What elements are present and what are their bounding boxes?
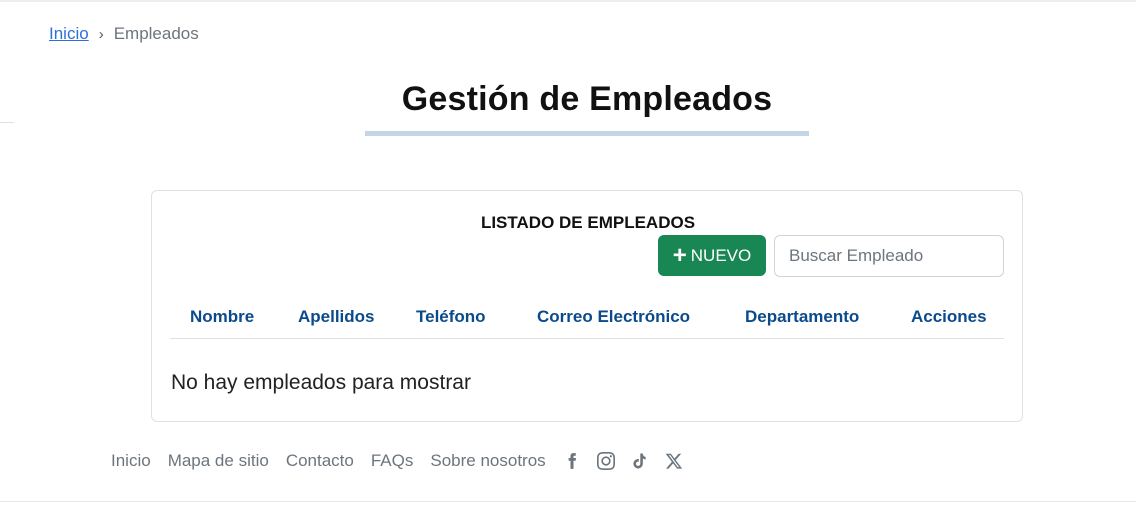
- page-title: Gestión de Empleados: [401, 80, 773, 118]
- footer-link-mapa-de-sitio[interactable]: Mapa de sitio: [168, 451, 269, 471]
- plus-icon: +: [672, 241, 687, 269]
- card-heading-text: LISTADO DE EMPLEADOS: [480, 213, 696, 232]
- footer-link-faqs[interactable]: FAQs: [371, 451, 414, 471]
- breadcrumb: Inicio › Empleados: [49, 24, 199, 44]
- title-underline: [365, 131, 809, 136]
- new-employee-button-label: NUEVO: [690, 245, 752, 265]
- footer-link-inicio[interactable]: Inicio: [111, 451, 151, 471]
- empty-table-message: No hay empleados para mostrar: [171, 371, 471, 394]
- breadcrumb-home-link[interactable]: Inicio: [49, 24, 89, 44]
- column-header-nombre: Nombre: [190, 307, 255, 326]
- facebook-icon[interactable]: [563, 452, 581, 470]
- footer-link-sobre-nosotros[interactable]: Sobre nosotros: [430, 451, 545, 471]
- breadcrumb-current: Empleados: [113, 24, 199, 43]
- card-heading: LISTADO DE EMPLEADOS: [152, 213, 1024, 233]
- x-icon[interactable]: [665, 452, 683, 470]
- employees-card: LISTADO DE EMPLEADOS + NUEVO Nombre Apel…: [151, 190, 1023, 422]
- column-header-correo: Correo Electrónico: [537, 307, 691, 326]
- column-header-departamento: Departamento: [745, 307, 860, 326]
- search-employee-input[interactable]: [774, 235, 1004, 277]
- instagram-icon[interactable]: [596, 452, 615, 470]
- column-header-telefono: Teléfono: [416, 307, 486, 326]
- breadcrumb-separator: ›: [98, 25, 104, 43]
- bottom-divider: [0, 501, 1136, 502]
- top-divider: [0, 0, 1136, 2]
- column-header-acciones: Acciones: [911, 307, 987, 326]
- column-header-apellidos: Apellidos: [298, 307, 375, 326]
- footer-link-contacto[interactable]: Contacto: [286, 451, 354, 471]
- side-divider: [0, 122, 14, 123]
- footer: Inicio Mapa de sitio Contacto FAQs Sobre…: [111, 451, 699, 471]
- new-employee-button[interactable]: + NUEVO: [658, 235, 766, 276]
- table-header: Nombre Apellidos Teléfono Correo Electró…: [170, 299, 1004, 339]
- tiktok-icon[interactable]: [631, 452, 649, 470]
